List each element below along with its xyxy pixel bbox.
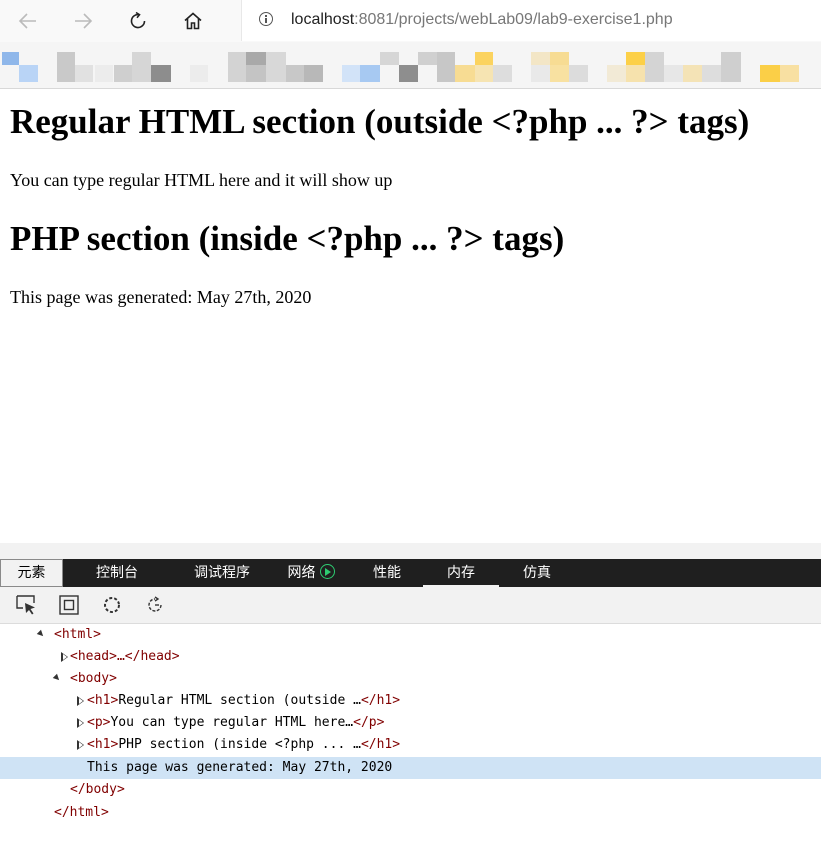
browser-toolbar: localhost:8081/projects/webLab09/lab9-ex… — [0, 0, 821, 42]
tab-elements[interactable]: 元素 — [0, 559, 63, 587]
color-element-button[interactable] — [100, 593, 124, 617]
tab-console[interactable]: 控制台 — [80, 559, 154, 587]
dom-node-p[interactable]: <p>You can type regular HTML here…</p> — [0, 712, 821, 734]
favorite-pixel-block — [721, 52, 741, 82]
favorite-pixel-block — [246, 65, 266, 82]
tab-network[interactable]: 网络 — [276, 559, 346, 587]
expand-triangle-icon[interactable] — [61, 652, 68, 662]
favorite-pixel-block — [569, 65, 588, 82]
favorite-pixel-block — [702, 65, 721, 82]
favorite-pixel-block — [95, 65, 113, 82]
devtools-toolbar — [0, 587, 821, 624]
home-button[interactable] — [176, 4, 210, 38]
favorite-pixel-block — [304, 65, 323, 82]
favorite-pixel-block — [626, 65, 645, 82]
favorite-pixel-block — [531, 65, 550, 82]
devtools-tab-bar: 元素 控制台 调试程序 网络 性能 内存 仿真 — [0, 559, 821, 587]
favorite-pixel-block — [380, 52, 399, 65]
dom-node-body-close[interactable]: </body> — [0, 779, 821, 801]
favorite-pixel-block — [75, 65, 93, 82]
forward-button[interactable] — [66, 4, 100, 38]
favorite-pixel-block — [228, 52, 246, 82]
favorite-pixel-block — [114, 65, 132, 82]
favorite-pixel-block — [342, 65, 360, 82]
expand-triangle-icon[interactable] — [77, 718, 84, 728]
favorite-pixel-block — [550, 52, 569, 65]
favorite-pixel-block — [151, 65, 171, 82]
box-model-icon — [59, 595, 79, 615]
paragraph-html: You can type regular HTML here and it wi… — [10, 170, 393, 190]
dom-node-body[interactable]: <body> — [0, 668, 821, 690]
dom-node-h1-php[interactable]: <h1>PHP section (inside <?php ... …</h1> — [0, 734, 821, 756]
refresh-dom-button[interactable] — [143, 593, 167, 617]
refresh-button[interactable] — [121, 4, 155, 38]
favorite-pixel-block — [760, 65, 780, 82]
favorite-pixel-block — [2, 52, 19, 65]
select-element-button[interactable] — [14, 593, 38, 617]
favorite-pixel-block — [418, 52, 437, 65]
home-icon — [184, 12, 202, 30]
dotted-circle-icon — [104, 597, 120, 613]
favorite-pixel-block — [455, 65, 475, 82]
address-bar[interactable]: localhost:8081/projects/webLab09/lab9-ex… — [241, 0, 821, 41]
tab-debugger[interactable]: 调试程序 — [180, 559, 264, 587]
favorite-pixel-block — [475, 52, 493, 65]
favorite-pixel-block — [645, 52, 664, 82]
url-text[interactable]: localhost:8081/projects/webLab09/lab9-ex… — [291, 11, 673, 29]
favorite-pixel-block — [266, 52, 286, 82]
favorite-pixel-block — [399, 65, 418, 82]
dom-tree: <html> <head>…</head> <body> <h1>Regular… — [0, 624, 821, 842]
dom-node-head[interactable]: <head>…</head> — [0, 646, 821, 668]
tab-memory[interactable]: 内存 — [423, 559, 499, 587]
dom-node-text-selected[interactable]: This page was generated: May 27th, 2020 — [0, 757, 821, 779]
favorite-pixel-block — [780, 65, 799, 82]
refresh-icon — [130, 11, 146, 29]
dom-node-html-close[interactable]: </html> — [0, 802, 821, 824]
favorite-pixel-block — [550, 65, 569, 82]
favorite-pixel-block — [57, 52, 75, 82]
expand-triangle-icon[interactable] — [77, 696, 84, 706]
favorite-pixel-block — [607, 65, 626, 82]
paragraph-generated-date: This page was generated: May 27th, 2020 — [10, 287, 312, 307]
dom-node-html[interactable]: <html> — [0, 624, 821, 646]
back-button[interactable] — [11, 4, 45, 38]
highlight-element-button[interactable] — [57, 593, 81, 617]
heading-php-section: PHP section (inside <?php ... ?> tags) — [10, 219, 565, 258]
back-arrow-icon — [18, 13, 36, 29]
collapse-triangle-icon[interactable] — [52, 673, 62, 683]
favorite-pixel-block — [475, 65, 493, 82]
collapse-triangle-icon[interactable] — [36, 629, 46, 639]
site-info-icon[interactable] — [259, 12, 273, 26]
heading-html-section: Regular HTML section (outside <?php ... … — [10, 102, 750, 141]
devtools-splitter[interactable] — [0, 543, 821, 560]
dom-refresh-icon — [148, 596, 162, 612]
favorite-pixel-block — [437, 52, 455, 82]
favorite-pixel-block — [683, 65, 702, 82]
favorite-pixel-block — [246, 52, 266, 65]
network-recording-icon — [319, 564, 335, 579]
favorite-pixel-block — [360, 65, 380, 82]
favorite-pixel-block — [493, 65, 512, 82]
favorite-pixel-block — [190, 65, 208, 82]
favorite-pixel-block — [531, 52, 550, 65]
favorite-pixel-block — [286, 65, 304, 82]
expand-triangle-icon[interactable] — [77, 740, 84, 750]
forward-arrow-icon — [75, 13, 93, 29]
tab-performance[interactable]: 性能 — [358, 559, 416, 587]
dom-node-h1-html[interactable]: <h1>Regular HTML section (outside …</h1> — [0, 690, 821, 712]
favorite-pixel-block — [664, 65, 683, 82]
select-element-icon — [16, 595, 35, 615]
favorites-bar — [0, 42, 821, 89]
tab-emulation[interactable]: 仿真 — [510, 559, 564, 587]
favorite-pixel-block — [132, 52, 151, 82]
favorite-pixel-block — [626, 52, 645, 65]
favorite-pixel-block — [19, 65, 38, 82]
